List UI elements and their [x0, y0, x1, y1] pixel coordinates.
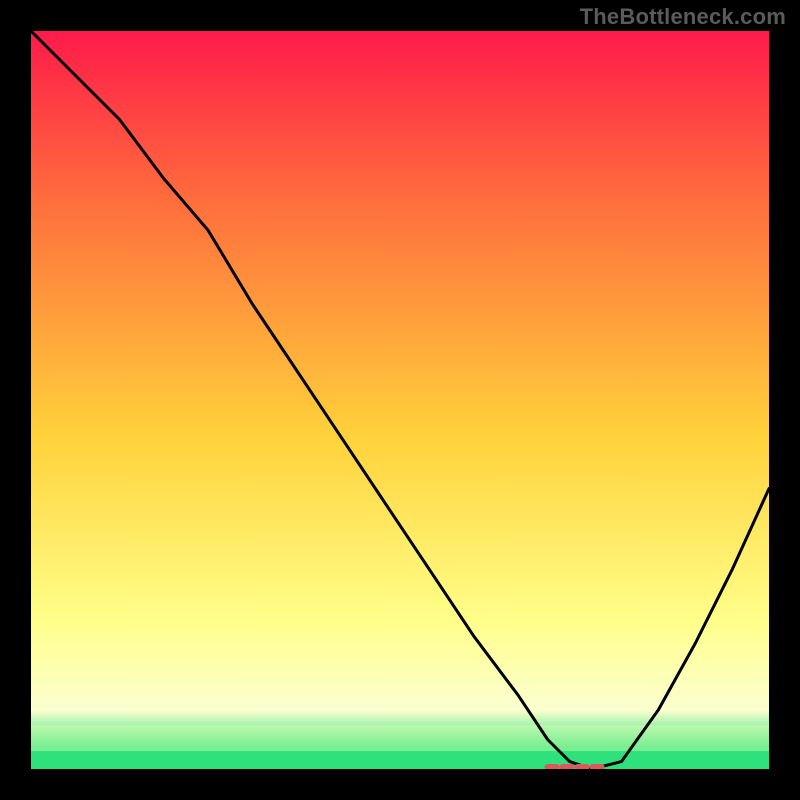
chart-frame: TheBottleneck.com [0, 0, 800, 800]
watermark-text: TheBottleneck.com [580, 4, 786, 30]
plot-area [31, 31, 769, 769]
chart-svg [31, 31, 769, 769]
